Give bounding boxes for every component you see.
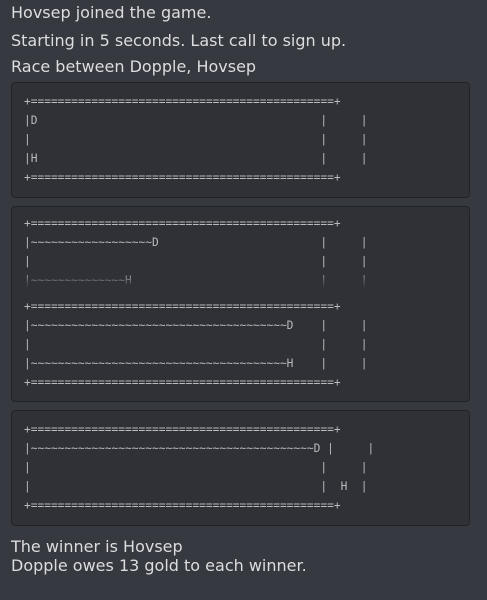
message-countdown: Starting in 5 seconds. Last call to sign…	[11, 31, 347, 50]
message-joined: Hovsep joined the game.	[11, 3, 212, 22]
race-track-final: +=======================================…	[24, 423, 375, 512]
race-codeblock-start: +=======================================…	[11, 82, 470, 198]
race-codeblock-final: +=======================================…	[11, 410, 470, 526]
race-codeblock-progress: +=======================================…	[11, 206, 470, 402]
message-race-between: Race between Dopple, Hovsep	[11, 57, 257, 76]
race-track-mid-top: +=======================================…	[24, 217, 368, 287]
message-owes: Dopple owes 13 gold to each winner.	[11, 556, 307, 575]
race-track-mid-bottom: +=======================================…	[24, 300, 368, 389]
race-track-start: +=======================================…	[24, 95, 368, 184]
